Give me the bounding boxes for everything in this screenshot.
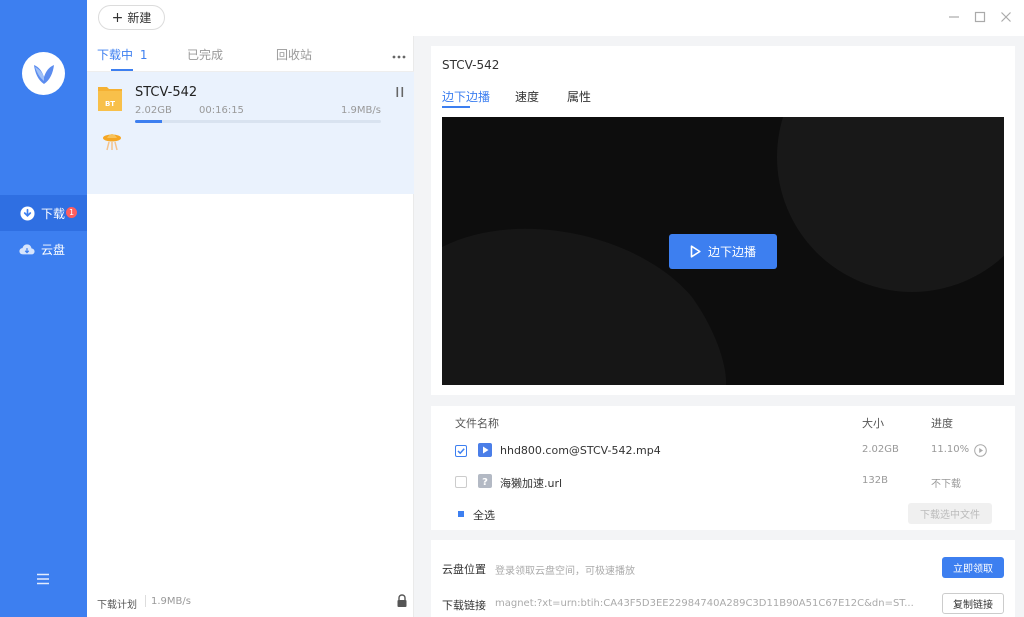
select-all-label: 全选: [473, 509, 495, 522]
file-list-panel: 文件名称 大小 进度 hhd800.com@STCV-542.mp4 2.02G…: [431, 406, 1015, 530]
total-speed: 1.9MB/s: [151, 596, 191, 607]
maximize-icon[interactable]: [972, 9, 988, 25]
download-count-badge: 1: [66, 206, 78, 218]
file-row[interactable]: hhd800.com@STCV-542.mp4 2.02GB 11.10%: [431, 439, 1015, 463]
tab-underline: [442, 106, 470, 108]
tab-count: 1: [139, 48, 148, 62]
download-plan-link[interactable]: 下载计划: [97, 596, 137, 611]
download-tabs: 下载中 1 已完成 回收站: [87, 36, 414, 72]
tab-downloading[interactable]: 下载中 1: [97, 46, 147, 63]
file-progress: 不下载: [931, 479, 961, 490]
column-header-progress: 进度: [931, 417, 953, 430]
task-detail-panel: STCV-542 边下边播 速度 属性 边下边播: [431, 46, 1015, 395]
claim-cloud-button[interactable]: 立即领取: [942, 557, 1004, 578]
minimize-icon[interactable]: [946, 9, 962, 25]
stream-play-button[interactable]: 边下边播: [669, 234, 777, 269]
divider: [145, 595, 146, 607]
detail-title: STCV-542: [442, 58, 500, 72]
task-remaining-time: 00:16:15: [199, 105, 244, 116]
sidebar: 下载 1 云盘: [0, 0, 87, 617]
download-link-label: 下载链接: [442, 599, 486, 612]
file-progress: 11.10%: [931, 444, 970, 455]
tab-completed[interactable]: 已完成: [187, 46, 223, 63]
file-checkbox[interactable]: [455, 476, 467, 488]
task-progress-bar: [135, 120, 381, 123]
task-speed: 1.9MB/s: [341, 105, 381, 116]
file-size: 2.02GB: [862, 444, 899, 455]
tab-speed[interactable]: 速度: [515, 88, 539, 105]
file-checkbox[interactable]: [455, 445, 467, 457]
more-icon[interactable]: [392, 49, 406, 59]
new-task-label: 新建: [127, 11, 152, 25]
pause-icon[interactable]: [394, 86, 406, 98]
sidebar-item-download[interactable]: 下载 1: [0, 195, 87, 231]
play-icon: [690, 245, 701, 258]
video-player[interactable]: 边下边播: [442, 117, 1004, 385]
download-task-item[interactable]: BT STCV-542 2.02GB 00:16:15 1.9MB/s: [87, 72, 414, 194]
download-plan-bar: 下载计划 1.9MB/s: [87, 587, 414, 617]
tab-label: 下载中: [97, 48, 134, 62]
top-bar: + 新建: [87, 0, 1024, 36]
download-list-panel: 下载中 1 已完成 回收站 BT STCV-542 2.02GB 00:16:1…: [87, 36, 414, 617]
file-row[interactable]: ? 海獭加速.url 132B 不下载: [431, 470, 1015, 494]
lock-icon[interactable]: [396, 594, 408, 608]
file-name: hhd800.com@STCV-542.mp4: [500, 444, 661, 457]
accelerator-icon[interactable]: [101, 130, 123, 152]
column-header-size: 大小: [862, 417, 884, 430]
cloud-location-text: 登录领取云盘空间，可极速播放: [495, 566, 635, 577]
select-all-checkbox[interactable]: [455, 508, 467, 520]
task-progress-fill: [135, 120, 163, 123]
plus-icon: +: [111, 9, 124, 26]
tab-underline: [111, 69, 133, 71]
menu-icon[interactable]: [36, 572, 50, 586]
file-name: 海獭加速.url: [500, 477, 563, 490]
play-file-icon[interactable]: [974, 444, 987, 457]
download-selected-button[interactable]: 下载选中文件: [908, 503, 992, 524]
tab-stream-play[interactable]: 边下边播: [442, 88, 490, 105]
cloud-icon: [19, 241, 35, 257]
new-task-button[interactable]: + 新建: [98, 5, 165, 30]
svg-text:?: ?: [482, 477, 488, 488]
copy-link-button[interactable]: 复制链接: [942, 593, 1004, 614]
task-name: STCV-542: [135, 85, 198, 100]
close-icon[interactable]: [998, 9, 1014, 25]
play-label: 边下边播: [707, 245, 756, 259]
bt-file-icon: BT: [97, 84, 123, 112]
app-logo: [22, 52, 65, 95]
unknown-file-icon: ?: [478, 474, 492, 488]
tab-properties[interactable]: 属性: [567, 88, 591, 105]
cloud-location-label: 云盘位置: [442, 563, 486, 576]
sidebar-item-label: 云盘: [41, 242, 66, 257]
download-link-text[interactable]: magnet:?xt=urn:btih:CA43F5D3EE22984740A2…: [495, 598, 914, 609]
sidebar-item-cloud[interactable]: 云盘: [0, 231, 87, 267]
sidebar-item-label: 下载: [41, 206, 66, 221]
column-header-name: 文件名称: [455, 417, 499, 430]
video-file-icon: [478, 443, 492, 457]
download-icon: [19, 205, 35, 221]
cloud-link-panel: 云盘位置 登录领取云盘空间，可极速播放 立即领取 下载链接 magnet:?xt…: [431, 540, 1015, 617]
tab-recycle-bin[interactable]: 回收站: [276, 46, 312, 63]
task-size: 2.02GB: [135, 105, 172, 116]
file-size: 132B: [862, 475, 888, 486]
bt-badge-text: BT: [105, 100, 115, 108]
